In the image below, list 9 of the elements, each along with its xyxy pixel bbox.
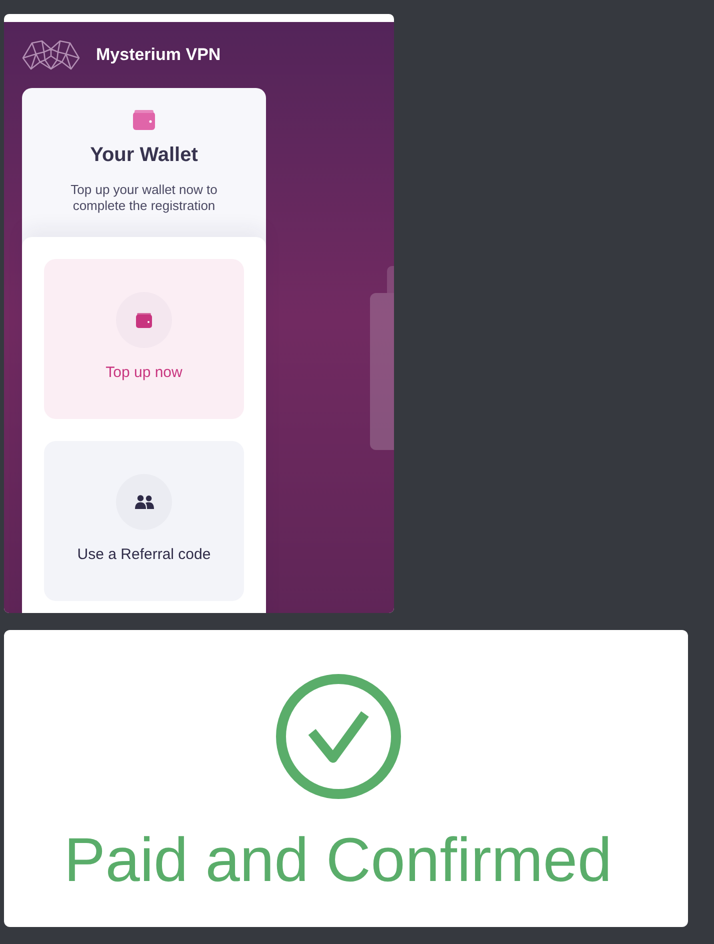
app-name: Mysterium VPN (96, 45, 221, 65)
wallet-subtitle: Top up your wallet now to complete the registration (70, 182, 218, 214)
option-card[interactable]: Use a Referral code (44, 441, 244, 601)
wallet-icon (133, 110, 155, 130)
status-text: Paid and Confirmed (64, 826, 612, 896)
option-card[interactable]: Top up now (44, 259, 244, 419)
wallet-title: Your Wallet (90, 143, 198, 167)
check-circle-icon (276, 674, 400, 799)
logo-icon (22, 40, 80, 70)
